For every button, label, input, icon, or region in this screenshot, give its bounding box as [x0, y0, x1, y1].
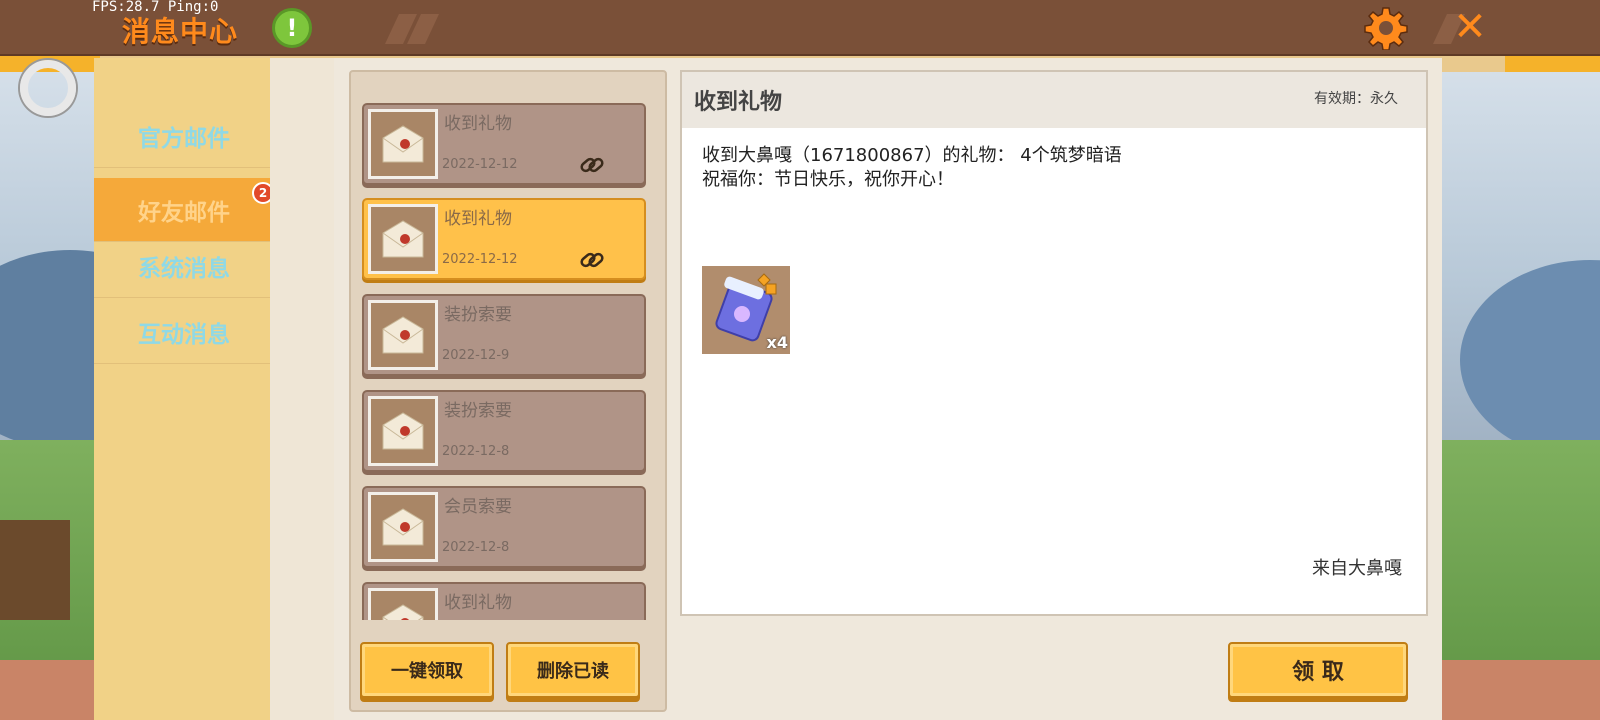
detail-body: 收到大鼻嘎（1671800867）的礼物： 4个筑梦暗语 祝福你：节日快乐，祝你…: [702, 144, 1122, 192]
mail-title: 装扮索要: [444, 305, 512, 325]
sidebar-item-official-mail[interactable]: 官方邮件: [94, 104, 270, 168]
mail-detail: 收到礼物 有效期：永久 收到大鼻嘎（1671800867）的礼物： 4个筑梦暗语…: [680, 70, 1428, 616]
sender-label: 来自大鼻嘎: [1312, 558, 1402, 579]
validity-label: 有效期：永久: [1314, 91, 1398, 107]
attachment-icon: [580, 157, 604, 173]
detail-title: 收到礼物: [694, 90, 783, 115]
detail-header: 收到礼物 有效期：永久: [682, 72, 1426, 128]
claim-button[interactable]: 领 取: [1228, 642, 1408, 698]
mail-list[interactable]: 收到礼物 2022-12-12 收到礼物 2022-12-12 装扮索要 202…: [362, 100, 658, 620]
sidebar-item-label: 互动消息: [138, 321, 230, 348]
page-title: 消息中心: [122, 15, 239, 48]
claim-all-button[interactable]: 一键领取: [360, 642, 494, 698]
detail-line: 祝福你：节日快乐，祝你开心！: [702, 169, 954, 190]
mail-title: 收到礼物: [444, 593, 512, 613]
mail-date: 2022-12-12: [442, 252, 518, 267]
envelope-icon: [368, 492, 438, 562]
mail-date: 2022-12-8: [442, 540, 510, 555]
sidebar-item-label: 系统消息: [138, 255, 230, 282]
mail-title: 会员索要: [444, 497, 512, 517]
envelope-icon: [368, 204, 438, 274]
mail-date: 2022-12-9: [442, 348, 510, 363]
mail-item[interactable]: 装扮索要 2022-12-9: [362, 294, 646, 376]
mail-title: 收到礼物: [444, 114, 512, 134]
delete-read-button[interactable]: 删除已读: [506, 642, 640, 698]
mail-item[interactable]: 收到礼物 2022-12-12: [362, 103, 646, 185]
gift-item-slot[interactable]: x4: [702, 266, 790, 354]
dirt-block: [0, 520, 70, 620]
mail-item[interactable]: 收到礼物: [362, 582, 646, 620]
top-bar: [0, 0, 1600, 56]
sidebar: 官方邮件 好友邮件 2 系统消息 互动消息: [94, 58, 275, 720]
alert-icon[interactable]: !: [272, 8, 312, 48]
mail-item-selected[interactable]: 收到礼物 2022-12-12: [362, 198, 646, 280]
mail-title: 收到礼物: [444, 209, 512, 229]
detail-line: 收到大鼻嘎（1671800867）的礼物： 4个筑梦暗语: [702, 145, 1122, 166]
envelope-icon: [368, 588, 438, 620]
mail-title: 装扮索要: [444, 401, 512, 421]
mail-date: 2022-12-12: [442, 157, 518, 172]
envelope-icon: [368, 396, 438, 466]
envelope-icon: [368, 300, 438, 370]
mail-item[interactable]: 装扮索要 2022-12-8: [362, 390, 646, 472]
settings-gear-icon[interactable]: [1364, 6, 1408, 51]
sidebar-item-system-messages[interactable]: 系统消息: [94, 234, 270, 298]
close-icon[interactable]: ✕: [1448, 6, 1492, 50]
sidebar-item-interaction-messages[interactable]: 互动消息: [94, 300, 270, 364]
envelope-icon: [368, 109, 438, 179]
mail-item[interactable]: 会员索要 2022-12-8: [362, 486, 646, 568]
gift-count: x4: [766, 333, 788, 352]
mail-date: 2022-12-8: [442, 444, 510, 459]
attachment-icon: [580, 252, 604, 268]
sidebar-item-label: 好友邮件: [138, 199, 230, 226]
sidebar-item-friend-mail[interactable]: 好友邮件 2: [94, 178, 275, 242]
sidebar-item-label: 官方邮件: [138, 125, 230, 152]
sidebar-gap: [270, 58, 334, 720]
floating-circle-button[interactable]: [20, 60, 76, 116]
